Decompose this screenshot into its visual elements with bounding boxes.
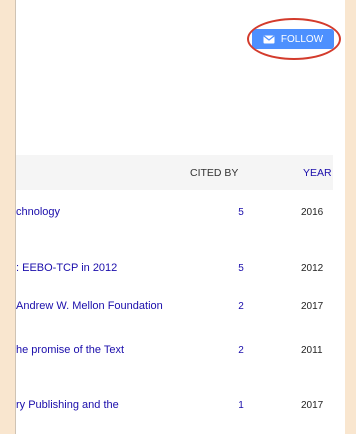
article-title-link[interactable]: chnology xyxy=(16,206,60,218)
table-row: chnology 5 2016 xyxy=(16,206,333,226)
publication-year: 2017 xyxy=(301,400,324,411)
year-column-header[interactable]: YEAR xyxy=(303,167,332,179)
article-title-link[interactable]: : EEBO-TCP in 2012 xyxy=(16,262,117,274)
envelope-icon xyxy=(263,34,275,44)
cited-by-count-link[interactable]: 5 xyxy=(233,263,249,274)
publication-year: 2017 xyxy=(301,301,324,312)
cited-by-count-link[interactable]: 2 xyxy=(233,345,249,356)
publication-year: 2012 xyxy=(301,263,324,274)
article-title-link[interactable]: he promise of the Text xyxy=(16,344,124,356)
cited-by-column-header[interactable]: CITED BY xyxy=(190,167,238,179)
follow-button[interactable]: FOLLOW xyxy=(252,29,334,49)
cited-by-count-link[interactable]: 2 xyxy=(233,301,249,312)
follow-label: FOLLOW xyxy=(280,33,324,45)
table-row: ry Publishing and the 1 2017 xyxy=(16,399,333,419)
scholar-profile-panel: FOLLOW CITED BY YEAR chnology 5 2016 : E… xyxy=(15,0,346,434)
page-background-right xyxy=(345,0,356,434)
publication-year: 2016 xyxy=(301,207,324,218)
publication-year: 2011 xyxy=(301,345,323,356)
table-row: : EEBO-TCP in 2012 5 2012 xyxy=(16,262,333,282)
table-row: Andrew W. Mellon Foundation 2 2017 xyxy=(16,300,333,320)
table-row: he promise of the Text 2 2011 xyxy=(16,344,333,364)
page-background-left xyxy=(0,0,15,434)
table-header: CITED BY YEAR xyxy=(16,155,333,190)
cited-by-count-link[interactable]: 5 xyxy=(233,207,249,218)
cited-by-count-link[interactable]: 1 xyxy=(233,400,249,411)
article-title-link[interactable]: ry Publishing and the xyxy=(16,399,119,411)
article-title-link[interactable]: Andrew W. Mellon Foundation xyxy=(16,300,163,312)
